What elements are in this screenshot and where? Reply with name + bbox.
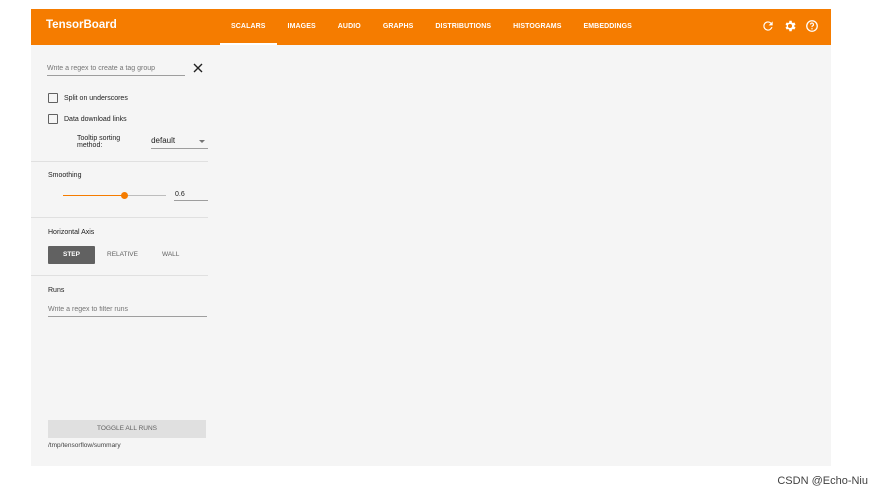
tab-audio[interactable]: AUDIO (327, 9, 372, 45)
runs-title: Runs (48, 287, 65, 294)
smoothing-slider[interactable] (63, 191, 166, 201)
tensorboard-window: TensorBoard SCALARS IMAGES AUDIO GRAPHS … (31, 9, 831, 466)
sidebar: Split on underscores Data download links… (31, 45, 208, 466)
smoothing-title: Smoothing (48, 172, 82, 179)
tooltip-sorting-label: Tooltip sorting method: (77, 135, 121, 149)
tab-bar: SCALARS IMAGES AUDIO GRAPHS DISTRIBUTION… (220, 9, 643, 45)
section-divider (31, 275, 208, 276)
download-links-row[interactable]: Data download links (48, 114, 127, 124)
section-divider (31, 161, 208, 162)
horizontal-axis-selector: STEP RELATIVE WALL (48, 246, 191, 264)
tooltip-sorting-row: Tooltip sorting method: default (77, 135, 208, 149)
axis-relative-button[interactable]: RELATIVE (95, 246, 150, 264)
help-icon[interactable] (805, 19, 819, 33)
watermark: CSDN @Echo-Niu (777, 475, 868, 487)
run-path: /tmp/tensorflow/summary (48, 442, 121, 449)
app-title: TensorBoard (46, 19, 117, 31)
runs-filter-input[interactable] (48, 303, 207, 317)
smoothing-value-input[interactable]: 0.6 (174, 189, 208, 201)
tab-images[interactable]: IMAGES (277, 9, 327, 45)
tab-histograms[interactable]: HISTOGRAMS (502, 9, 572, 45)
split-underscores-row[interactable]: Split on underscores (48, 93, 128, 103)
tab-scalars[interactable]: SCALARS (220, 9, 277, 45)
axis-wall-button[interactable]: WALL (150, 246, 191, 264)
close-icon[interactable] (193, 63, 203, 73)
tab-graphs[interactable]: GRAPHS (372, 9, 425, 45)
toggle-all-runs-button[interactable]: TOGGLE ALL RUNS (48, 420, 206, 438)
settings-icon[interactable] (783, 19, 797, 33)
tooltip-sorting-select[interactable]: default (151, 136, 208, 149)
slider-fill (63, 195, 125, 196)
download-links-label: Data download links (64, 115, 127, 123)
section-divider (31, 217, 208, 218)
refresh-icon[interactable] (761, 19, 775, 33)
split-underscores-label: Split on underscores (64, 94, 128, 102)
horizontal-axis-title: Horizontal Axis (48, 229, 95, 236)
top-toolbar: TensorBoard SCALARS IMAGES AUDIO GRAPHS … (31, 9, 831, 45)
toolbar-icons (761, 19, 819, 33)
chevron-down-icon (199, 139, 205, 143)
slider-thumb[interactable] (121, 192, 129, 199)
axis-step-button[interactable]: STEP (48, 246, 95, 264)
download-links-checkbox[interactable] (48, 114, 58, 124)
tag-regex-input[interactable] (47, 62, 185, 76)
tab-embeddings[interactable]: EMBEDDINGS (572, 9, 642, 45)
split-underscores-checkbox[interactable] (48, 93, 58, 103)
tab-distributions[interactable]: DISTRIBUTIONS (424, 9, 502, 45)
tooltip-sorting-value: default (151, 135, 176, 145)
